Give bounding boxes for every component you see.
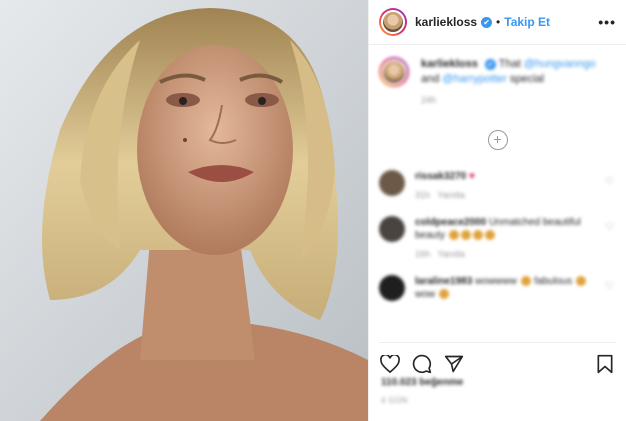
comment-item: laraline1983 wowwww fabulous wow ♡ [369,275,626,301]
likes-count[interactable]: 110.023 beğenme [381,377,463,388]
comment-username[interactable]: rissak3270 [415,171,466,182]
portrait-image [0,0,368,421]
comment-body: fabulous [534,276,573,287]
commenter-avatar[interactable] [379,170,405,196]
post-photo[interactable] [0,0,368,421]
bookmark-icon[interactable] [594,353,616,375]
comment-time: 31h [415,190,431,200]
commenter-avatar[interactable] [379,275,405,301]
separator-dot: • [496,15,501,29]
emoji-icon [575,276,586,287]
comment-item: rissak3270 ♥ 31h Yanıtla ♡ [369,170,626,202]
comment-body: wowwww [475,276,517,287]
comment-body: wow [415,289,436,300]
comment-item: coldpeace2000 Unmatched beautiful beauty… [369,216,626,261]
comment-like-heart-icon[interactable]: ♡ [605,222,614,233]
load-more-comments-icon[interactable]: + [487,130,508,150]
instagram-post: karliekloss ✔ • Takip Et ••• karliekloss… [0,0,626,421]
comment-username[interactable]: coldpeace2000 [415,217,486,228]
comment-meta: 16h Yanıtla [415,248,590,261]
comment-username[interactable]: laraline1983 [415,276,472,287]
mention-link[interactable]: @hungvanngo [524,58,596,70]
action-bar [379,342,616,379]
post-header: karliekloss ✔ • Takip Et ••• [369,0,626,45]
caption-avatar-ring[interactable] [379,57,409,87]
emoji-icon [460,230,471,241]
avatar[interactable] [381,10,405,34]
verified-badge-icon: ✔ [484,59,496,70]
profile-avatar-ring[interactable] [379,8,407,36]
mention-link[interactable]: @harrypotter [442,73,506,85]
comment-like-heart-icon[interactable]: ♡ [605,176,614,187]
comment-text: rissak3270 ♥ 31h Yanıtla [415,170,590,202]
caption-mid: and [421,73,440,85]
comment-body: ♥ [468,171,475,182]
more-options-icon[interactable]: ••• [598,14,616,30]
verified-badge-icon: ✔ [481,16,493,28]
comment-time: 16h [415,249,431,259]
caption-prefix: That [498,58,521,70]
reply-link[interactable]: Yanıtla [437,249,464,259]
emoji-icon [484,230,495,241]
share-icon[interactable] [443,353,465,375]
emoji-icon [520,276,531,287]
emoji-icon [472,230,483,241]
avatar[interactable] [381,59,407,85]
follow-button[interactable]: Takip Et [504,15,550,29]
caption-text: karliekloss ✔ That @hungvanngo and @harr… [421,57,601,108]
comment-text: laraline1983 wowwww fabulous wow [415,275,590,301]
comment-text: coldpeace2000 Unmatched beautiful beauty… [415,216,590,261]
caption-block: karliekloss ✔ That @hungvanngo and @harr… [369,45,626,108]
heart-icon[interactable] [379,353,401,375]
comment-like-heart-icon[interactable]: ♡ [605,281,614,292]
commenter-avatar[interactable] [379,216,405,242]
caption-suffix: special [509,73,545,85]
caption-time: 24h [421,95,437,105]
post-date: 4 GÜN [381,396,408,405]
emoji-icon [448,230,459,241]
header-username[interactable]: karliekloss [415,15,477,29]
comment-icon[interactable] [411,353,433,375]
emoji-icon [438,289,449,300]
reply-link[interactable]: Yanıtla [437,190,464,200]
post-sidebar: karliekloss ✔ • Takip Et ••• karliekloss… [368,0,626,421]
caption-username[interactable]: karliekloss [421,58,478,70]
comment-meta: 31h Yanıtla [415,189,590,202]
